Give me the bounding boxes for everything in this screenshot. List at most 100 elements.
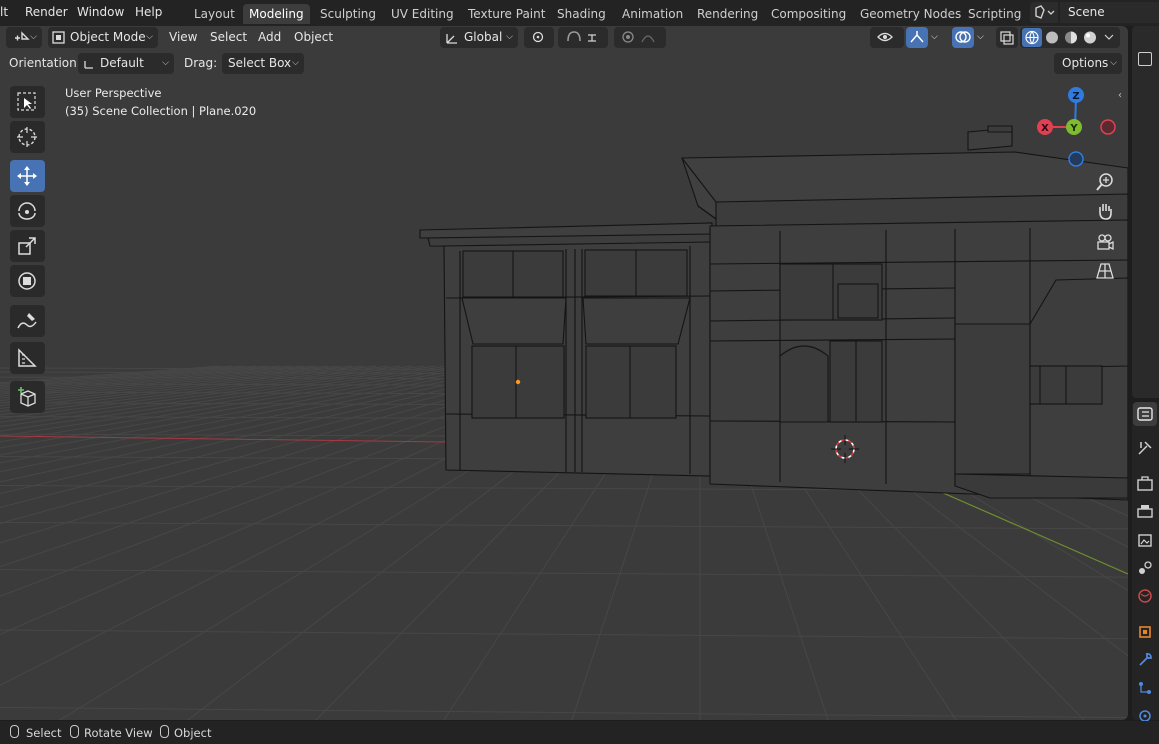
zoom-icon xyxy=(1096,173,1113,191)
mouse-middle-icon xyxy=(70,725,79,738)
render-camera-icon xyxy=(1137,476,1153,491)
transform-orientation-dropdown[interactable]: Global ⌵ xyxy=(440,27,518,48)
tab-particles[interactable] xyxy=(1133,676,1157,700)
object-mode-icon xyxy=(52,31,65,44)
editor-type-button[interactable]: ⌵ xyxy=(6,27,42,48)
tab-compositing[interactable]: Compositing xyxy=(765,4,852,24)
pan-view-button[interactable] xyxy=(1092,198,1118,224)
perspective-toggle-button[interactable] xyxy=(1092,258,1118,284)
tab-modeling[interactable]: Modeling xyxy=(243,4,310,24)
tab-uv-editing[interactable]: UV Editing xyxy=(385,4,460,24)
pivot-point-dropdown[interactable] xyxy=(524,27,554,48)
scene-name-field[interactable]: Scene xyxy=(1060,2,1159,23)
tab-texture-paint[interactable]: Texture Paint xyxy=(462,4,551,24)
menu-render[interactable]: Render xyxy=(25,4,68,21)
zoom-view-button[interactable] xyxy=(1092,169,1118,195)
gizmo-neg-z-axis[interactable] xyxy=(1068,151,1084,167)
gizmo-y-label: Y xyxy=(1069,123,1078,134)
tab-object[interactable] xyxy=(1133,620,1157,644)
tool-scale[interactable] xyxy=(10,230,45,262)
tab-view-layer[interactable] xyxy=(1133,528,1157,552)
tab-rendering[interactable]: Rendering xyxy=(691,4,764,24)
menu-help[interactable]: Help xyxy=(135,4,162,21)
tab-animation[interactable]: Animation xyxy=(616,4,689,24)
eye-icon xyxy=(877,32,893,42)
orientation-dropdown[interactable]: Default ⌵ xyxy=(78,53,174,74)
image-layers-icon xyxy=(1138,534,1152,547)
tool-cursor[interactable] xyxy=(10,121,45,153)
printer-icon xyxy=(1137,505,1153,518)
options-dropdown[interactable]: Options ⌵ xyxy=(1054,53,1122,74)
mode-dropdown[interactable]: Object Mode ⌵ xyxy=(48,27,158,48)
chevron-down-icon[interactable]: ⌵ xyxy=(931,27,938,48)
orientation-default-icon xyxy=(84,61,93,69)
status-object: Object xyxy=(174,726,212,740)
tool-transform[interactable] xyxy=(10,265,45,297)
proportional-editing-group[interactable] xyxy=(614,27,666,48)
menu-select[interactable]: Select xyxy=(210,27,247,48)
tab-scripting[interactable]: Scripting xyxy=(962,4,1027,24)
chevron-down-icon: ⌵ xyxy=(162,58,169,68)
rotate-tool-icon xyxy=(18,202,36,220)
tab-tool[interactable] xyxy=(1133,436,1157,460)
chevron-down-icon: ⌵ xyxy=(146,32,153,42)
proportional-editing-icon xyxy=(622,31,655,43)
overlay-toggle-button[interactable] xyxy=(952,27,974,48)
scene-props-icon xyxy=(1139,561,1152,574)
chevron-down-icon[interactable]: ⌵ xyxy=(977,27,984,48)
gizmo-neg-x-axis[interactable] xyxy=(1100,119,1116,135)
cursor-tool-icon xyxy=(17,127,37,147)
tab-scene[interactable] xyxy=(1133,556,1157,580)
collection-label: (35) Scene Collection | Plane.020 xyxy=(65,104,257,118)
properties-panel-strip xyxy=(1128,26,1159,720)
pivot-point-icon xyxy=(532,31,544,43)
tool-select-box[interactable] xyxy=(10,86,45,118)
orientation-global-label: Global xyxy=(464,30,503,44)
visibility-dropdown[interactable] xyxy=(870,27,904,48)
drag-dropdown[interactable]: Select Box ⌵ xyxy=(222,53,304,74)
menu-add[interactable]: Add xyxy=(258,27,281,48)
tool-add-cube[interactable] xyxy=(10,381,45,413)
menu-window[interactable]: Window xyxy=(77,4,124,21)
tab-world[interactable] xyxy=(1133,584,1157,608)
menu-file[interactable]: lt xyxy=(0,4,8,21)
gizmo-toggle-button[interactable] xyxy=(906,27,928,48)
tab-sculpting[interactable]: Sculpting xyxy=(314,4,382,24)
orientation-global-icon xyxy=(446,34,457,44)
tab-output[interactable] xyxy=(1133,500,1157,524)
snap-group[interactable] xyxy=(558,27,608,48)
menu-object[interactable]: Object xyxy=(294,27,333,48)
scale-tool-icon xyxy=(18,237,36,255)
mouse-right-icon xyxy=(160,725,169,738)
tab-render[interactable] xyxy=(1133,472,1157,496)
tab-tool-properties[interactable] xyxy=(1133,402,1157,426)
xray-toggle-button[interactable] xyxy=(996,27,1018,48)
status-rotate-view: Rotate View xyxy=(84,726,153,740)
shading-modes-icon xyxy=(1022,28,1114,47)
menu-view[interactable]: View xyxy=(169,27,197,48)
world-icon xyxy=(1138,589,1152,603)
shading-mode-group[interactable] xyxy=(1020,27,1120,48)
tab-shading[interactable]: Shading xyxy=(551,4,612,24)
tool-measure[interactable] xyxy=(10,342,45,374)
camera-view-button[interactable] xyxy=(1092,229,1118,255)
viewport-scene[interactable]: Z X Y xyxy=(0,26,1128,720)
wrench-icon xyxy=(1139,652,1152,666)
outliner-edge[interactable] xyxy=(1132,26,1159,398)
tool-annotate[interactable] xyxy=(10,305,45,337)
annotate-tool-icon xyxy=(17,313,37,329)
outliner-filter-icon[interactable] xyxy=(1138,52,1152,66)
tab-geometry-nodes[interactable]: Geometry Nodes xyxy=(854,4,967,24)
scene-browse-button[interactable] xyxy=(1030,2,1058,23)
chevron-down-icon: ⌵ xyxy=(292,58,299,68)
move-tool-icon xyxy=(17,166,37,186)
chevron-down-icon: ⌵ xyxy=(506,32,513,42)
status-select: Select xyxy=(26,726,62,740)
tool-move[interactable] xyxy=(10,160,45,192)
3d-viewport[interactable]: Z X Y ⌵ Object Mode ⌵ View Select Add Ob… xyxy=(0,26,1128,720)
tool-rotate[interactable] xyxy=(10,195,45,227)
tab-modifiers[interactable] xyxy=(1133,648,1157,672)
scene-selector[interactable]: Scene xyxy=(1030,2,1159,23)
tab-layout[interactable]: Layout xyxy=(188,4,241,24)
chevron-left-icon[interactable]: ‹ xyxy=(1118,90,1122,101)
